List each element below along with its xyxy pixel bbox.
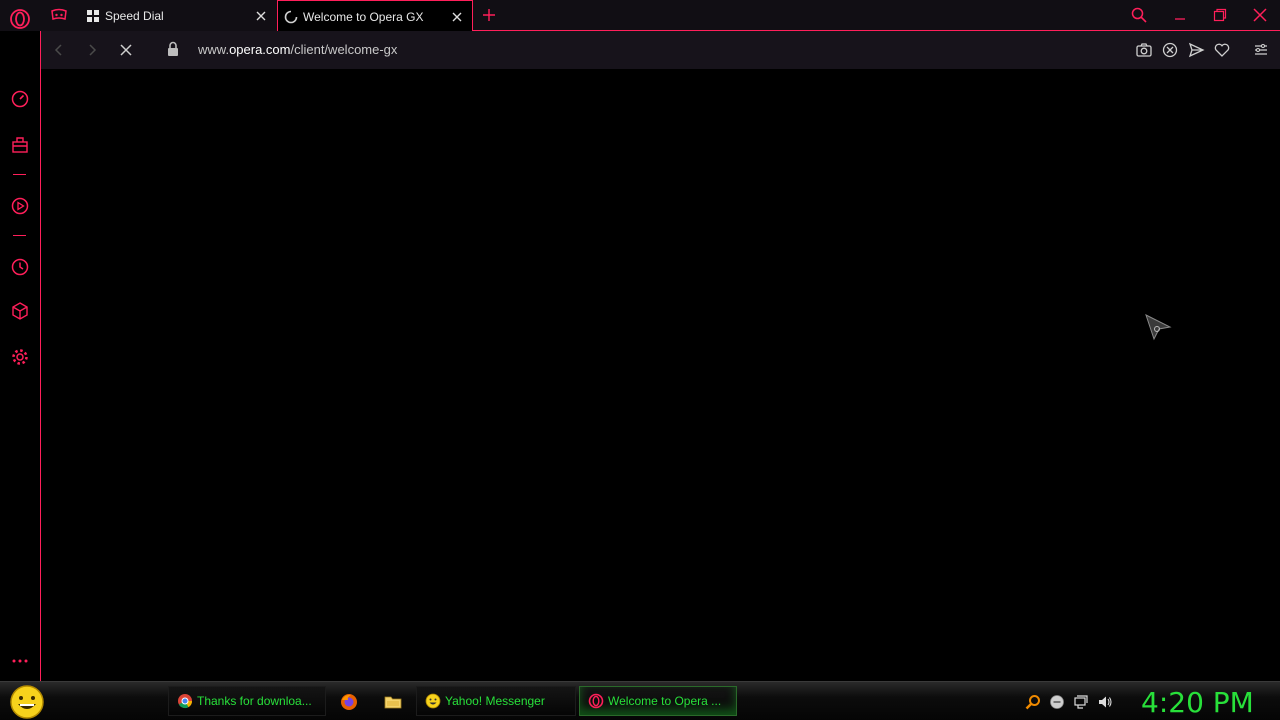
send-icon[interactable] <box>1187 41 1205 59</box>
taskbar-item-label: Thanks for downloa... <box>197 694 312 708</box>
sidebar <box>0 31 40 681</box>
snapshot-icon[interactable] <box>1135 41 1153 59</box>
ad-blocker-icon[interactable] <box>1161 41 1179 59</box>
restore-icon[interactable] <box>1211 6 1229 24</box>
url-path: /client/welcome-gx <box>290 42 398 57</box>
volume-icon[interactable] <box>1097 694 1113 710</box>
stop-loading-icon[interactable] <box>117 41 135 59</box>
settings-icon[interactable] <box>10 347 30 367</box>
tab-title: Welcome to Opera GX <box>303 9 424 24</box>
gx-corner-icon[interactable] <box>50 7 68 23</box>
sidebar-separator <box>13 174 26 175</box>
tab-title: Speed Dial <box>105 8 164 23</box>
close-tab-icon[interactable] <box>446 6 468 28</box>
taskbar-item-yahoo-messenger[interactable]: Yahoo! Messenger <box>416 686 576 716</box>
more-icon[interactable] <box>10 651 30 671</box>
player-icon[interactable] <box>10 196 30 216</box>
gx-cleaner-icon[interactable] <box>10 135 30 155</box>
yahoo-messenger-icon <box>425 693 441 709</box>
tab-speed-dial[interactable]: Speed Dial <box>80 0 276 31</box>
close-window-icon[interactable] <box>1251 6 1269 24</box>
title-bar: Speed Dial Welcome to Opera GX <box>0 0 1280 32</box>
lock-icon[interactable] <box>166 41 180 57</box>
extensions-icon[interactable] <box>10 301 30 321</box>
sidebar-separator <box>13 235 26 236</box>
taskbar-item-label: Welcome to Opera ... <box>608 694 722 708</box>
gx-control-icon[interactable] <box>10 89 30 109</box>
back-icon[interactable] <box>50 41 68 59</box>
heart-bookmark-icon[interactable] <box>1213 41 1231 59</box>
url-prefix: www. <box>198 42 230 57</box>
opera-menu-icon[interactable] <box>9 8 31 30</box>
network-icon[interactable] <box>1073 694 1089 710</box>
messenger-status-icon[interactable] <box>1049 694 1065 710</box>
taskbar-item-opera[interactable]: Welcome to Opera ... <box>579 686 737 716</box>
page-content[interactable] <box>41 69 1280 681</box>
mouse-cursor-icon <box>1145 314 1172 341</box>
url-field[interactable]: www.opera.com/client/welcome-gx <box>198 42 397 57</box>
tab-welcome-opera-gx[interactable]: Welcome to Opera GX <box>277 0 473 32</box>
taskbar: Thanks for downloa... Yahoo! Messenger W… <box>0 681 1280 720</box>
close-tab-icon[interactable] <box>250 5 272 27</box>
new-tab-icon[interactable] <box>480 6 498 24</box>
easy-setup-icon[interactable] <box>1252 41 1270 59</box>
firefox-icon[interactable] <box>339 692 359 712</box>
chrome-icon <box>178 694 193 709</box>
taskbar-clock[interactable]: 4:20 PM <box>1141 686 1254 719</box>
grid-icon <box>87 9 99 22</box>
folder-icon[interactable] <box>383 692 403 712</box>
minimize-icon[interactable] <box>1171 6 1189 24</box>
opera-icon <box>588 693 604 709</box>
start-button-smiley-icon[interactable] <box>8 684 46 720</box>
address-bar: www.opera.com/client/welcome-gx <box>41 31 1280 69</box>
history-icon[interactable] <box>10 257 30 277</box>
search-tabs-icon[interactable] <box>1130 6 1148 24</box>
forward-icon[interactable] <box>83 41 101 59</box>
loading-spinner-icon <box>284 10 298 23</box>
url-domain: opera.com <box>229 42 291 57</box>
search-icon[interactable] <box>1025 694 1041 710</box>
taskbar-item-label: Yahoo! Messenger <box>445 694 545 708</box>
taskbar-item-chrome[interactable]: Thanks for downloa... <box>168 686 326 716</box>
